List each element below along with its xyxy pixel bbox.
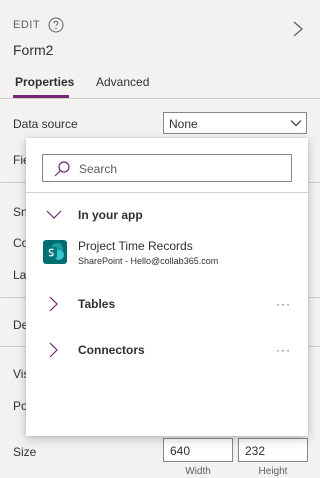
more-icon[interactable]: ···	[276, 343, 291, 357]
tab-properties[interactable]: Properties	[15, 75, 74, 89]
data-source-value: None	[169, 117, 198, 131]
search-icon	[54, 161, 70, 177]
source-item-project-time-records[interactable]: Project Time Records SharePoint - Hello@…	[26, 236, 308, 272]
edit-header: EDIT	[13, 17, 64, 33]
search-placeholder: Search	[79, 162, 118, 176]
width-input[interactable]: 640	[163, 438, 233, 462]
chevron-right-icon	[49, 296, 58, 312]
help-icon[interactable]	[48, 17, 64, 33]
data-source-select[interactable]: None	[163, 112, 307, 134]
chevron-right-icon	[49, 342, 58, 358]
group-connectors[interactable]: Connectors ···	[26, 336, 308, 366]
width-caption: Width	[185, 466, 211, 477]
active-tab-indicator	[13, 95, 69, 98]
tab-advanced[interactable]: Advanced	[96, 75, 149, 89]
chevron-down-icon	[290, 120, 302, 127]
more-icon[interactable]: ···	[276, 297, 291, 311]
group-in-your-app[interactable]: In your app	[26, 204, 308, 234]
data-source-label: Data source	[13, 117, 78, 131]
layout-label: La	[13, 268, 27, 282]
size-label: Size	[13, 445, 37, 459]
edit-label: EDIT	[13, 19, 41, 31]
source-subtitle: SharePoint - Hello@collab365.com	[78, 256, 219, 266]
group-label: Tables	[78, 297, 116, 311]
chevron-down-icon	[46, 210, 62, 219]
divider	[26, 192, 308, 193]
sharepoint-icon	[43, 240, 67, 264]
group-label: Connectors	[78, 343, 145, 357]
source-title: Project Time Records	[78, 239, 193, 253]
height-input[interactable]: 232	[238, 438, 308, 462]
data-source-dropdown: Search In your app Project Time Records …	[26, 138, 308, 436]
chevron-right-icon[interactable]	[292, 20, 304, 38]
group-label: In your app	[78, 208, 143, 222]
height-caption: Height	[258, 466, 288, 477]
tab-bar: Properties Advanced	[0, 72, 320, 99]
search-input[interactable]: Search	[42, 154, 292, 182]
group-tables[interactable]: Tables ···	[26, 290, 308, 320]
form-name: Form2	[13, 42, 54, 58]
